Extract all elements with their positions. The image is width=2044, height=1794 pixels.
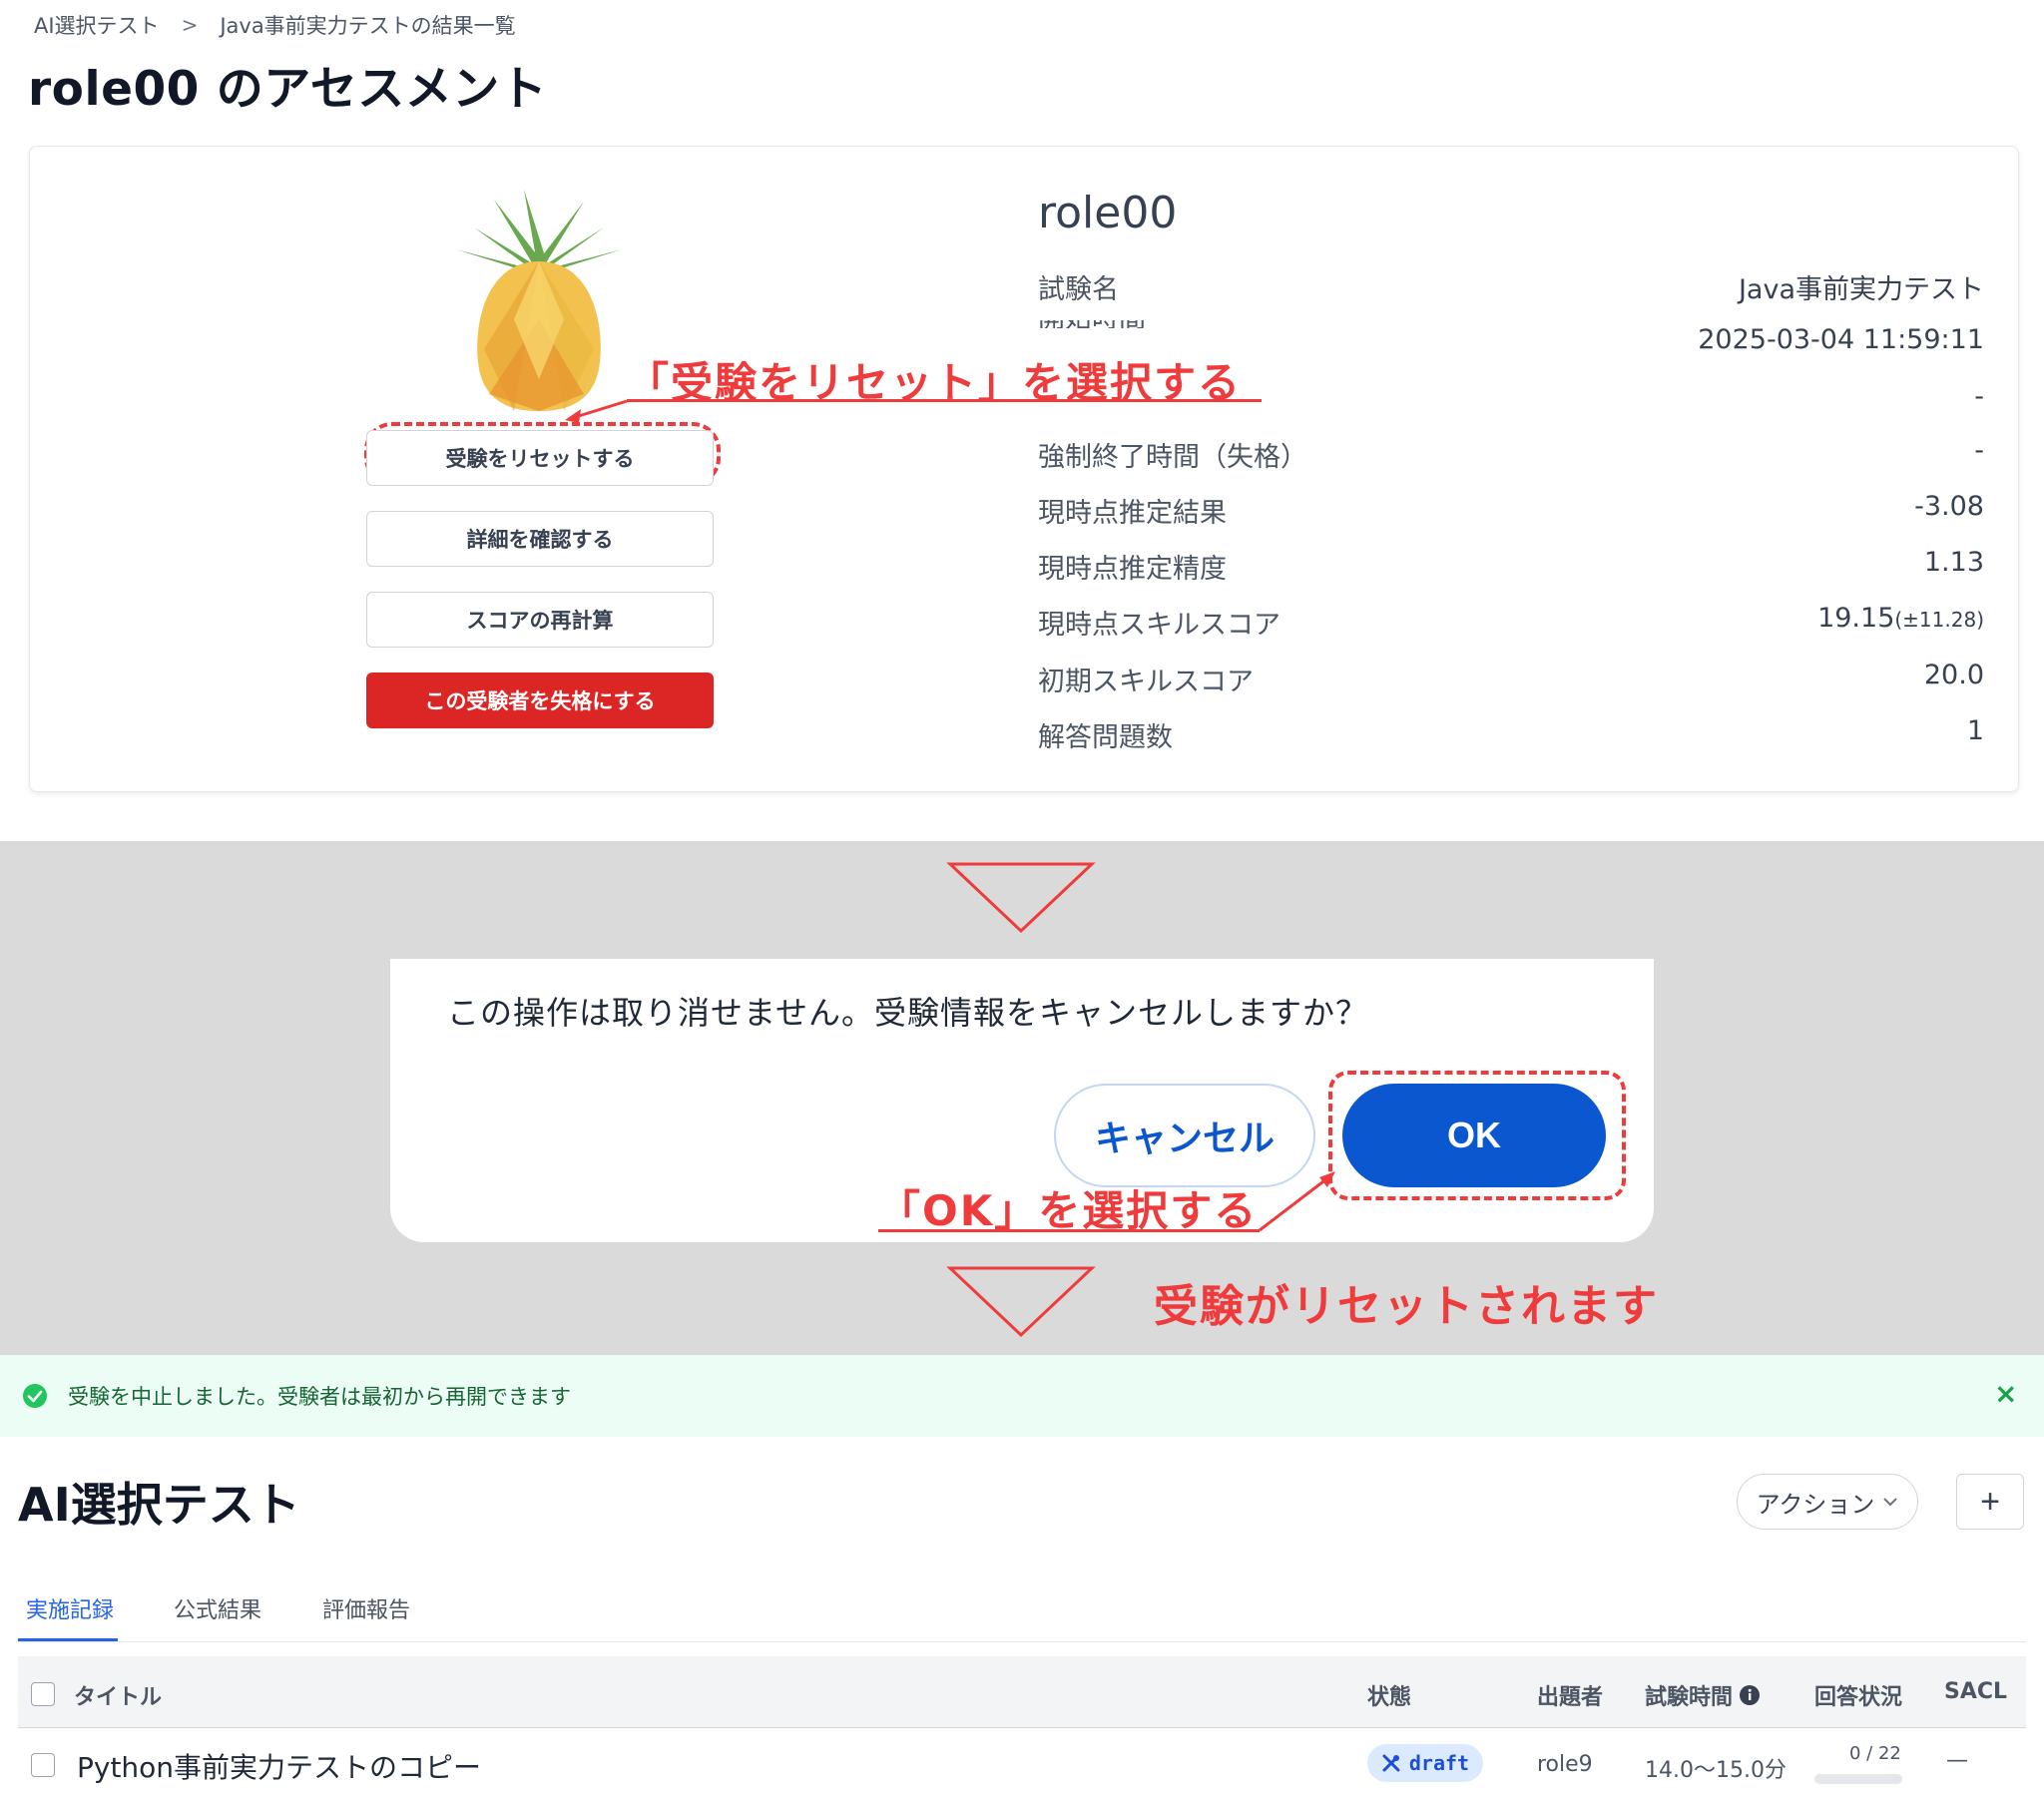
candidate-name: role00 <box>1038 188 1178 238</box>
active-tab-indicator <box>18 1638 118 1641</box>
info-label: 解答問題数 <box>1038 722 1173 753</box>
status-badge-label: draft <box>1408 1751 1470 1775</box>
info-label-partial: 開始時間 <box>1038 320 1150 328</box>
row-duration: 14.0〜15.0分 <box>1645 1758 1787 1783</box>
chevron-down-icon <box>1883 1498 1898 1507</box>
row-checkbox[interactable] <box>31 1753 55 1777</box>
info-value: -3.08 <box>1914 491 1984 522</box>
info-value-group: 19.15(±11.28) <box>1817 603 1984 642</box>
dialog-message: この操作は取り消せません。受験情報をキャンセルしますか？ <box>447 994 1369 1032</box>
recalculate-score-button[interactable]: スコアの再計算 <box>366 592 714 648</box>
section-title: AI選択テスト <box>18 1478 300 1532</box>
row-author: role9 <box>1537 1752 1593 1777</box>
check-circle-icon <box>23 1384 47 1408</box>
info-value: 20.0 <box>1923 660 1984 690</box>
info-value: - <box>1974 435 1984 466</box>
breadcrumb-item-ai-test[interactable]: AI選択テスト <box>34 10 160 40</box>
info-label: 初期スキルスコア <box>1038 667 1254 697</box>
tab-records[interactable]: 実施記録 <box>26 1592 114 1624</box>
select-all-checkbox[interactable] <box>31 1682 55 1706</box>
dialog-cancel-button[interactable]: キャンセル <box>1054 1084 1315 1187</box>
info-value: - <box>1974 381 1984 412</box>
tab-evaluation-report[interactable]: 評価報告 <box>322 1592 410 1624</box>
add-button[interactable]: + <box>1956 1474 2024 1530</box>
reset-exam-button[interactable]: 受験をリセットする <box>366 430 714 486</box>
annotation-step3: 受験がリセットされます <box>1154 1281 1659 1332</box>
info-label: 現時点推定精度 <box>1038 554 1227 585</box>
draft-tools-icon <box>1382 1754 1400 1772</box>
info-row-skill-score: 現時点スキルスコア 19.15(±11.28) <box>1038 603 1984 642</box>
info-row-initial-score: 初期スキルスコア 20.0 <box>1038 660 1984 698</box>
pineapple-avatar-icon <box>456 190 622 411</box>
row-progress-bar <box>1814 1774 1902 1784</box>
row-progress-text: 0 / 22 <box>1849 1743 1901 1764</box>
annotation-underline <box>878 1229 1260 1232</box>
column-header-sacl[interactable]: SACL <box>1944 1679 2007 1704</box>
info-value: 2025-03-04 11:59:11 <box>1698 324 1984 355</box>
column-header-title[interactable]: タイトル <box>74 1679 162 1711</box>
info-row-precision: 現時点推定精度 1.13 <box>1038 547 1984 586</box>
info-label: 現時点推定結果 <box>1038 498 1227 529</box>
info-row-start-time: 開始時間 2025-03-04 11:59:11 <box>1038 320 1984 355</box>
breadcrumb-item-results[interactable]: Java事前実力テストの結果一覧 <box>220 10 515 40</box>
info-row-forced-end: 強制終了時間（失格） - <box>1038 435 1984 474</box>
tab-bar: 実施記録 公式結果 評価報告 <box>18 1592 2026 1642</box>
info-row-blank: - <box>1038 381 1984 412</box>
close-icon[interactable]: × <box>1994 1377 2017 1410</box>
page-title: role00 のアセスメント <box>28 62 548 117</box>
info-label: 現時点スキルスコア <box>1038 610 1280 641</box>
info-value: 19.15 <box>1817 603 1895 634</box>
breadcrumb-separator: > <box>181 13 199 37</box>
disqualify-button[interactable]: この受験者を失格にする <box>366 673 714 728</box>
column-header-author[interactable]: 出題者 <box>1537 1679 1603 1711</box>
action-dropdown[interactable]: アクション <box>1737 1474 1918 1530</box>
view-details-button[interactable]: 詳細を確認する <box>366 511 714 567</box>
action-label: アクション <box>1756 1491 1875 1519</box>
info-label: 試験名 <box>1038 274 1119 305</box>
status-badge: draft <box>1367 1744 1483 1782</box>
column-header-duration[interactable]: 試験時間 <box>1645 1679 1761 1711</box>
dialog-ok-button[interactable]: OK <box>1342 1084 1606 1187</box>
info-icon <box>1740 1685 1761 1705</box>
column-header-progress[interactable]: 回答状況 <box>1814 1679 1902 1711</box>
info-value-sub: (±11.28) <box>1894 608 1984 632</box>
tab-official-results[interactable]: 公式結果 <box>174 1592 261 1624</box>
column-header-duration-label: 試験時間 <box>1645 1685 1734 1710</box>
info-row-answered: 解答問題数 1 <box>1038 715 1984 754</box>
info-value: 1.13 <box>1923 547 1984 578</box>
row-sacl: — <box>1946 1748 1968 1773</box>
breadcrumb: AI選択テスト > Java事前実力テストの結果一覧 <box>34 10 516 40</box>
info-value: Java事前実力テスト <box>1738 274 1984 305</box>
row-title[interactable]: Python事前実力テストのコピー <box>77 1746 481 1786</box>
info-value: 1 <box>1966 715 1984 746</box>
info-row-exam-name: 試験名 Java事前実力テスト <box>1038 267 1984 306</box>
alert-message: 受験を中止しました。受験者は最初から再開できます <box>68 1385 571 1409</box>
column-header-status[interactable]: 状態 <box>1367 1679 1411 1711</box>
info-row-estimate: 現時点推定結果 -3.08 <box>1038 491 1984 530</box>
info-label: 強制終了時間（失格） <box>1038 442 1307 473</box>
